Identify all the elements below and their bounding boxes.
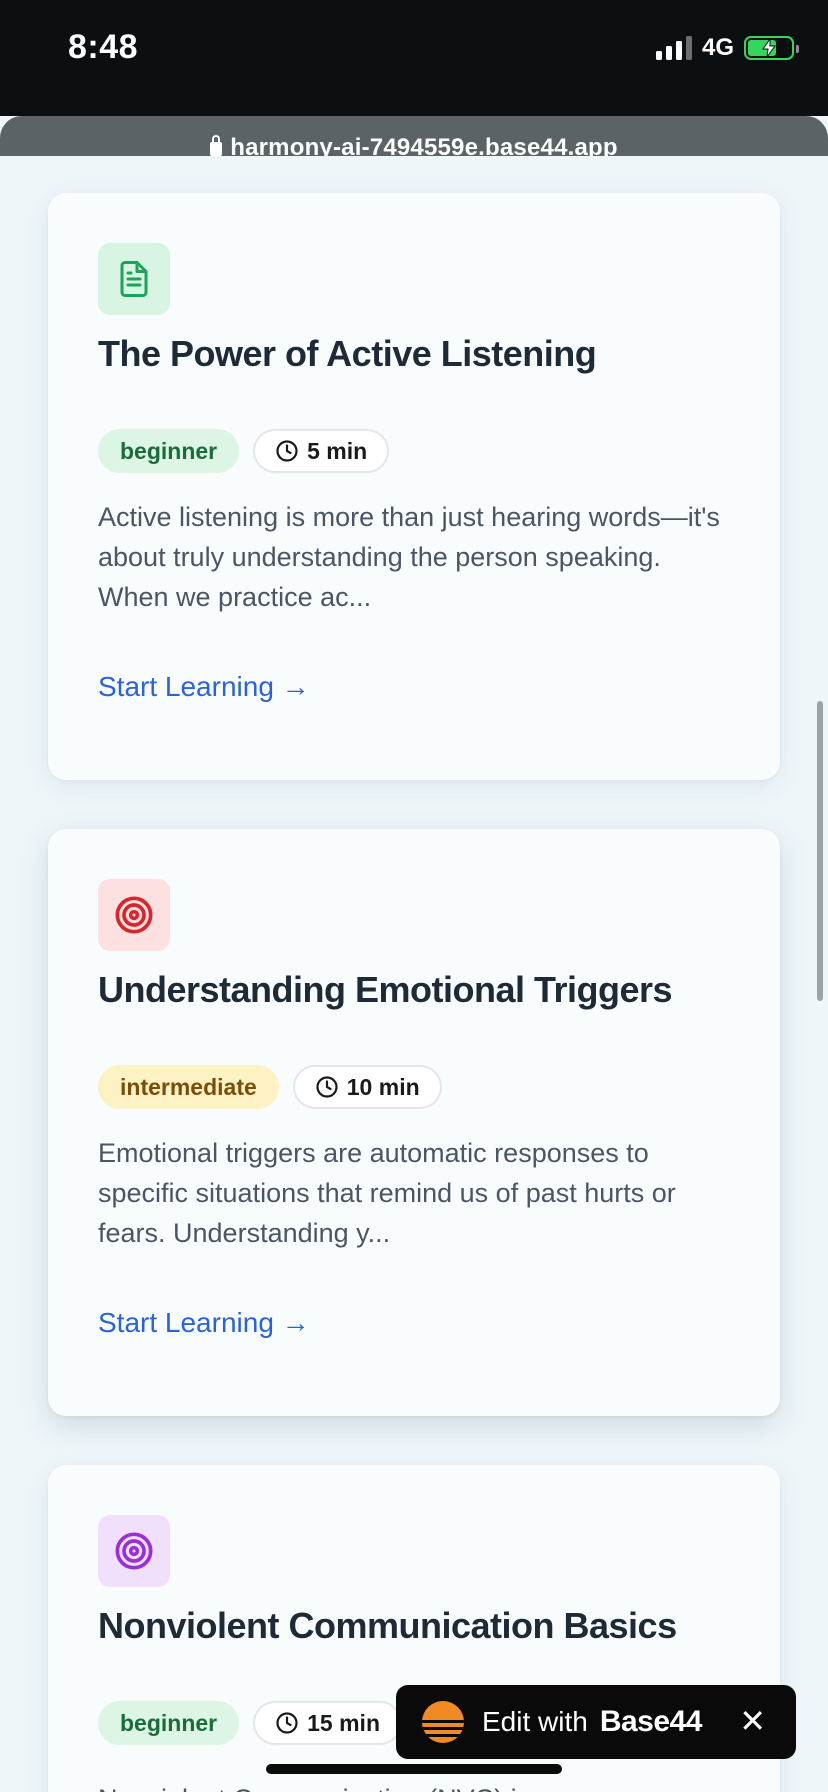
duration-badge: 5 min bbox=[253, 429, 390, 473]
edit-label: Edit with bbox=[482, 1706, 588, 1737]
lesson-title: The Power of Active Listening bbox=[98, 333, 597, 374]
duration-badge: 15 min bbox=[253, 1701, 402, 1745]
level-badge: beginner bbox=[98, 429, 240, 473]
lesson-description: Active listening is more than just heari… bbox=[98, 502, 720, 612]
lesson-tags: beginner 15 min bbox=[98, 1701, 402, 1745]
level-badge: intermediate bbox=[98, 1065, 279, 1109]
target-icon bbox=[98, 1515, 170, 1587]
lesson-card[interactable]: Understanding Emotional Triggers interme… bbox=[48, 829, 780, 1416]
lesson-tags: beginner 5 min bbox=[98, 429, 390, 473]
document-icon bbox=[98, 243, 170, 315]
base44-logo-icon bbox=[422, 1701, 464, 1743]
lesson-card[interactable]: The Power of Active Listening beginner 5… bbox=[48, 193, 780, 780]
url-display[interactable]: harmony-ai-7494559e.base44.app bbox=[0, 134, 828, 156]
lesson-description: Emotional triggers are automatic respons… bbox=[98, 1138, 676, 1248]
scrollbar[interactable] bbox=[817, 701, 823, 1001]
status-indicators: 4G bbox=[655, 34, 799, 62]
brand-label: Base44 bbox=[599, 1705, 703, 1738]
home-indicator[interactable] bbox=[266, 1764, 562, 1774]
clock-icon bbox=[316, 1076, 338, 1098]
start-learning-link[interactable]: Start Learning → bbox=[98, 671, 310, 703]
close-icon[interactable]: ✕ bbox=[739, 1703, 766, 1739]
app-screen: 8:48 4G harmony-ai-7494559e.base44.app T… bbox=[0, 0, 828, 1792]
signal-icon bbox=[655, 36, 692, 60]
status-bar: 8:48 4G bbox=[0, 0, 828, 116]
edit-with-base44-badge[interactable]: Edit with Base44 ✕ bbox=[396, 1685, 796, 1759]
lesson-title: Understanding Emotional Triggers bbox=[98, 969, 673, 1010]
battery-icon bbox=[744, 36, 799, 60]
start-learning-link[interactable]: Start Learning → bbox=[98, 1307, 310, 1339]
duration-badge: 10 min bbox=[292, 1065, 442, 1109]
address-bar[interactable]: harmony-ai-7494559e.base44.app bbox=[0, 116, 828, 156]
duration-label: 15 min bbox=[307, 1709, 380, 1736]
lock-icon bbox=[210, 135, 223, 156]
duration-label: 5 min bbox=[307, 437, 368, 464]
url-text: harmony-ai-7494559e.base44.app bbox=[230, 134, 618, 156]
clock-icon bbox=[276, 440, 298, 462]
lesson-title: Nonviolent Communication Basics bbox=[98, 1605, 677, 1646]
network-label: 4G bbox=[701, 34, 734, 61]
level-badge: beginner bbox=[98, 1701, 240, 1745]
lesson-description: Nonviolent Communication (NVC) is a bbox=[98, 1779, 738, 1792]
duration-label: 10 min bbox=[346, 1073, 420, 1100]
lesson-list: The Power of Active Listening beginner 5… bbox=[0, 156, 828, 1792]
status-time: 8:48 bbox=[68, 28, 139, 66]
lesson-tags: intermediate 10 min bbox=[98, 1065, 442, 1109]
clock-icon bbox=[276, 1712, 298, 1734]
target-icon bbox=[98, 879, 170, 951]
